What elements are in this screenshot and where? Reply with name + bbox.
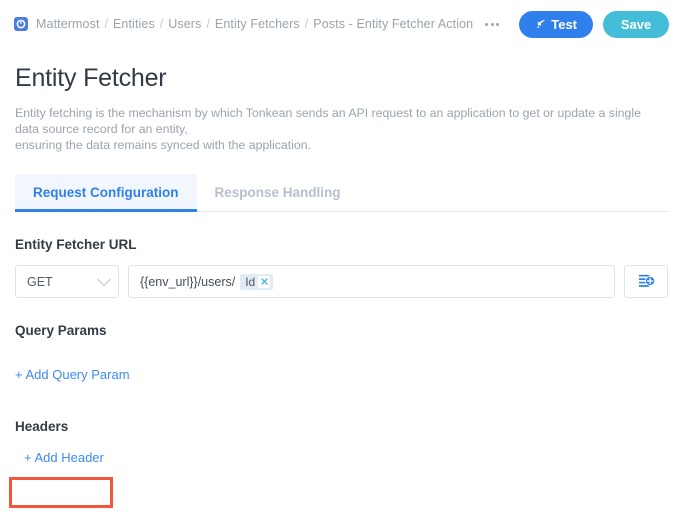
http-method-value: GET	[27, 274, 53, 289]
page-description: Entity fetching is the mechanism by whic…	[15, 105, 668, 153]
page-description-line-1: Entity fetching is the mechanism by whic…	[15, 106, 641, 136]
highlight-annotation-box	[9, 477, 113, 508]
dot	[496, 22, 500, 26]
breadcrumb-separator: /	[304, 17, 309, 31]
page-description-line-2: ensuring the data remains synced with th…	[15, 138, 311, 152]
app-header: Mattermost / Entities / Users / Entity F…	[0, 0, 683, 48]
page-title: Entity Fetcher	[15, 64, 167, 92]
tab-response-handling[interactable]: Response Handling	[197, 174, 359, 211]
breadcrumb-separator: /	[206, 17, 210, 31]
page-body: Entity Fetcher Entity fetching is the me…	[0, 64, 683, 467]
insert-field-icon	[637, 272, 656, 291]
mattermost-logo-icon	[14, 17, 28, 31]
http-method-select[interactable]: GET	[15, 265, 119, 298]
test-button-label: Test	[551, 16, 577, 32]
header-actions: Test Save	[519, 10, 669, 38]
breadcrumb-separator: /	[104, 17, 108, 31]
breadcrumb-item-entities[interactable]: Entities	[113, 17, 155, 31]
overflow-menu-icon[interactable]	[483, 19, 501, 30]
tab-bar: Request Configuration Response Handling	[15, 174, 668, 212]
add-query-param-link[interactable]: + Add Query Param	[15, 367, 130, 382]
test-button[interactable]: Test	[519, 10, 593, 38]
url-token-label: Id	[245, 274, 256, 289]
save-button[interactable]: Save	[603, 10, 669, 38]
url-input[interactable]: {{env_url}}/users/ Id	[128, 265, 615, 298]
entity-fetcher-url-label: Entity Fetcher URL	[15, 237, 137, 252]
dot	[485, 22, 489, 26]
chevron-down-icon	[96, 271, 112, 286]
add-header-link[interactable]: + Add Header	[24, 450, 104, 465]
save-button-label: Save	[620, 16, 652, 32]
url-input-text: {{env_url}}/users/	[140, 274, 236, 289]
headers-label: Headers	[15, 419, 69, 434]
url-token-id[interactable]: Id	[240, 273, 274, 290]
breadcrumb-item-mattermost[interactable]: Mattermost	[36, 17, 100, 31]
tab-request-configuration[interactable]: Request Configuration	[15, 174, 197, 212]
rocket-icon	[535, 19, 546, 30]
breadcrumb-item-users[interactable]: Users	[168, 17, 201, 31]
breadcrumb: Mattermost / Entities / Users / Entity F…	[14, 17, 519, 31]
breadcrumb-item-current[interactable]: Posts - Entity Fetcher Action	[313, 17, 473, 31]
insert-field-button[interactable]	[624, 265, 668, 298]
close-icon[interactable]	[258, 275, 271, 288]
query-params-label: Query Params	[15, 323, 107, 338]
url-row: GET {{env_url}}/users/ Id	[15, 265, 668, 298]
breadcrumb-separator: /	[159, 17, 164, 31]
dot	[490, 22, 494, 26]
breadcrumb-item-entity-fetchers[interactable]: Entity Fetchers	[215, 17, 300, 31]
